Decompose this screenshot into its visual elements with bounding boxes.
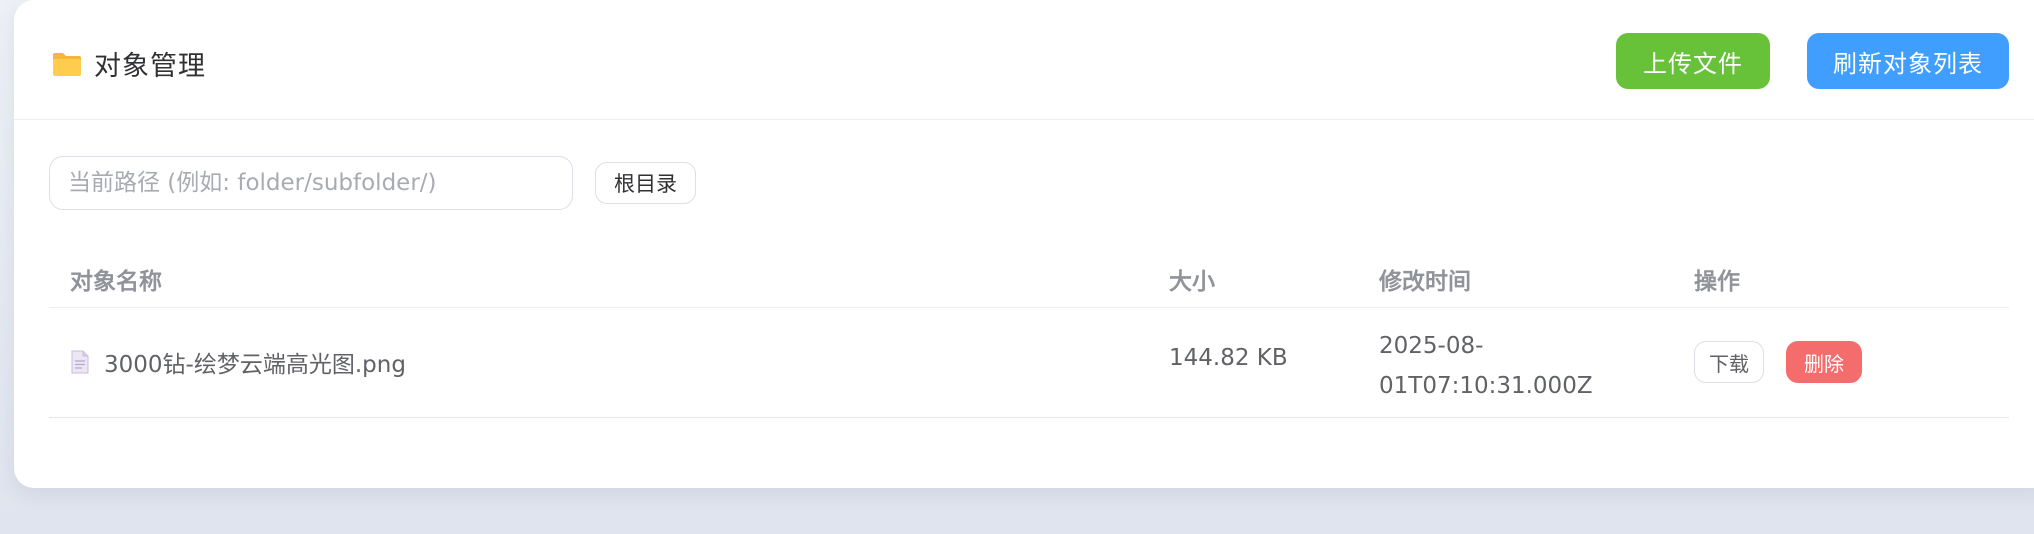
card-header: 对象管理 上传文件 刷新对象列表 [14, 0, 2034, 120]
column-header-size: 大小 [1169, 269, 1215, 295]
download-button[interactable]: 下载 [1694, 341, 1764, 383]
page-title: 对象管理 [94, 51, 206, 82]
file-icon [71, 350, 89, 374]
current-path-input[interactable] [49, 156, 573, 210]
modified-time-line-1: 2025-08- [1379, 333, 1484, 359]
column-header-modified: 修改时间 [1379, 269, 1471, 295]
object-actions: 下载 删除 [1694, 341, 1862, 383]
object-modified-time: 2025-08- 01T07:10:31.000Z [1379, 326, 1593, 406]
table-row: 3000钻-绘梦云端高光图.png 144.82 KB 2025-08- 01T… [49, 308, 2009, 418]
title-group: 对象管理 [52, 44, 206, 83]
modified-time-line-2: 01T07:10:31.000Z [1379, 373, 1593, 399]
path-bar: 根目录 [49, 156, 696, 210]
delete-button[interactable]: 删除 [1786, 341, 1862, 383]
folder-icon [53, 52, 81, 76]
table-header: 对象名称 大小 修改时间 操作 [49, 244, 2009, 308]
refresh-object-list-button[interactable]: 刷新对象列表 [1807, 33, 2009, 89]
column-header-name: 对象名称 [70, 269, 162, 295]
column-header-actions: 操作 [1694, 269, 1740, 295]
object-name[interactable]: 3000钻-绘梦云端高光图.png [104, 345, 406, 379]
object-size: 144.82 KB [1169, 345, 1288, 371]
upload-file-button[interactable]: 上传文件 [1616, 33, 1770, 89]
object-table: 对象名称 大小 修改时间 操作 3000钻-绘梦云端高光图.png 144.82… [49, 244, 2009, 418]
root-directory-button[interactable]: 根目录 [595, 162, 696, 204]
object-name-cell: 3000钻-绘梦云端高光图.png [70, 345, 406, 379]
object-manager-card: 对象管理 上传文件 刷新对象列表 根目录 对象名称 大小 修改时间 操作 [14, 0, 2034, 488]
